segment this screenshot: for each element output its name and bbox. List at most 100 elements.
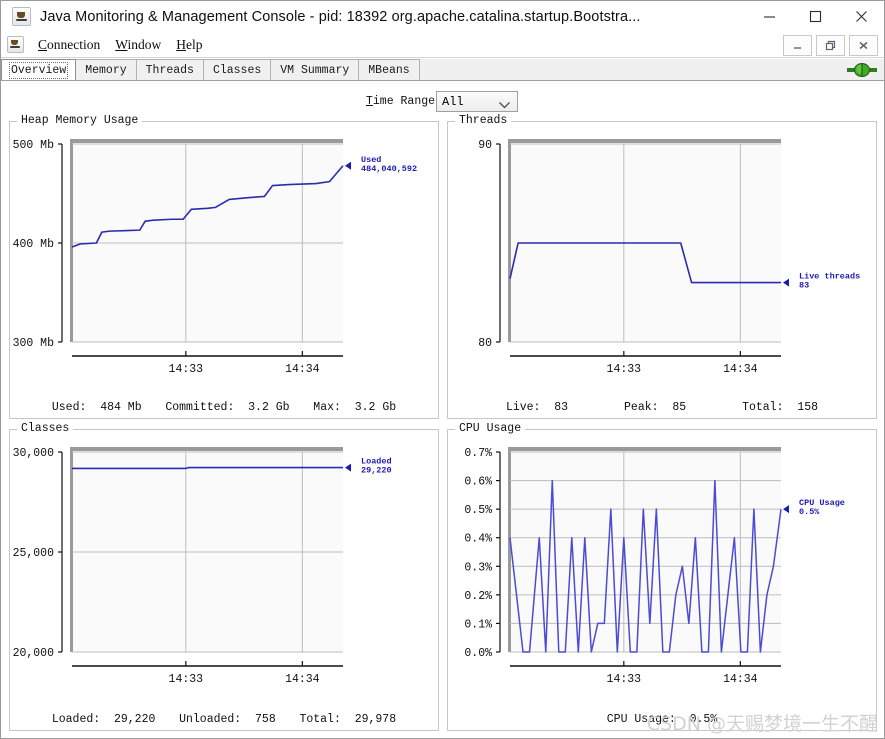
svg-text:0.3%: 0.3% [464,561,492,574]
tab-vm-summary[interactable]: VM Summary [270,59,360,80]
svg-text:25,000: 25,000 [13,547,55,560]
cpu-usage-label: CPU Usage: [606,713,676,726]
menu-bar: Connection Window Help [1,32,884,58]
classes-unloaded-value: 758 [255,713,276,726]
time-range-label: Time Range: [366,95,442,108]
svg-text:0.1%: 0.1% [464,618,492,631]
chart-heap-memory-usage[interactable]: 300 Mb 400 Mb 500 Mb 14:33 14:34 Used 484,040,… [10,122,438,418]
svg-text:14:34: 14:34 [285,363,320,376]
svg-text:14:33: 14:33 [607,363,642,376]
jconsole-window: Java Monitoring & Management Console - p… [0,0,885,739]
java-cup-icon [12,7,31,26]
chevron-down-icon [499,98,510,112]
panel-cpu-usage: CPU Usage 0.0% 0.1% 0.2% 0.3% 0.4% 0.5% 0.6% 0.… [447,422,877,731]
threads-live-label: Live: [505,401,541,414]
svg-text:400 Mb: 400 Mb [13,238,55,251]
cpu-usage-value: 0.5% [689,713,718,726]
close-button[interactable] [838,1,884,32]
tab-threads[interactable]: Threads [135,59,204,80]
iframe-close-button[interactable] [849,35,878,56]
charts-grid: Heap Memory Usage 300 Mb 400 Mb 500 Mb 14:3… [9,114,877,731]
tab-threads-label: Threads [145,64,194,77]
threads-total-value: 158 [797,401,819,414]
threads-live-value: 83 [554,401,569,414]
svg-text:14:34: 14:34 [723,673,758,686]
heap-max-label: Max: [313,401,341,414]
tab-vm-summary-label: VM Summary [280,64,350,77]
threads-total-label: Total: [742,401,784,414]
heap-footer: Used: 484 Mb Committed: 3.2 Gb Max: 3.2 … [10,401,438,414]
svg-text:30,000: 30,000 [13,447,55,460]
classes-footer: Loaded: 29,220 Unloaded: 758 Total: 29,9… [10,713,438,726]
svg-text:0.0%: 0.0% [464,647,492,660]
svg-text:300 Mb: 300 Mb [13,337,55,350]
time-range-row: Time Range: All [1,89,884,117]
chart-threads[interactable]: 80 90 14:33 14:34 Live threads 83 [448,122,876,418]
threads-peak-value: 85 [672,401,687,414]
svg-text:0.7%: 0.7% [464,447,492,460]
tab-overview[interactable]: Overview [1,59,77,80]
green-connected-icon [847,63,877,77]
tab-mbeans-label: MBeans [368,64,410,77]
menu-help[interactable]: Help [169,35,210,55]
heap-used-label: Used: [51,401,87,414]
tab-classes-label: Classes [212,64,262,77]
heap-committed-value: 3.2 Gb [248,401,290,414]
internal-frame-controls [783,35,878,56]
overview-panel: Time Range: All Heap Memory Usage 300 Mb… [1,81,884,738]
classes-total-label: Total: [299,713,341,726]
svg-text:14:33: 14:33 [607,673,642,686]
svg-text:14:34: 14:34 [723,363,758,376]
svg-text:83: 83 [799,281,809,291]
svg-text:14:33: 14:33 [169,673,204,686]
tab-overview-label: Overview [8,62,69,79]
chart-classes[interactable]: 20,000 25,000 30,000 14:33 14:34 Loaded 29,220 [10,430,438,730]
classes-unloaded-label: Unloaded: [179,713,242,726]
svg-text:80: 80 [478,337,492,350]
tab-memory[interactable]: Memory [75,59,137,80]
heap-max-value: 3.2 Gb [354,401,397,414]
menu-window-label: indow [127,36,162,52]
svg-text:484,040,592: 484,040,592 [361,164,417,174]
classes-loaded-label: Loaded: [51,713,101,726]
svg-text:90: 90 [478,139,492,152]
tab-memory-label: Memory [85,64,127,77]
menu-window[interactable]: Window [108,35,169,55]
svg-text:0.2%: 0.2% [464,590,492,603]
window-controls [746,1,884,32]
svg-text:0.5%: 0.5% [799,507,820,517]
threads-peak-label: Peak: [624,401,659,414]
classes-total-value: 29,978 [354,713,397,726]
chart-cpu-usage[interactable]: 0.0% 0.1% 0.2% 0.3% 0.4% 0.5% 0.6% 0.7% 14:33 14:… [448,430,876,730]
svg-text:0.6%: 0.6% [464,476,492,489]
time-range-select[interactable]: All [436,91,518,112]
svg-text:20,000: 20,000 [13,647,55,660]
time-range-value: All [442,94,464,109]
panel-threads: Threads 80 90 14:33 14:34 Live threads 83 Liv… [447,114,877,419]
menu-connection-label: onnection [47,36,101,52]
cpu-footer: CPU Usage: 0.5% [448,713,876,726]
panel-heap-memory-usage: Heap Memory Usage 300 Mb 400 Mb 500 Mb 14:3… [9,114,439,419]
panel-classes: Classes 20,000 25,000 30,000 14:33 14:34 Load… [9,422,439,731]
maximize-button[interactable] [792,1,838,32]
java-cup-icon [7,36,24,53]
svg-text:14:33: 14:33 [169,363,204,376]
svg-text:0.5%: 0.5% [464,504,492,517]
heap-committed-label: Committed: [165,401,235,414]
iframe-minimize-button[interactable] [783,35,812,56]
minimize-button[interactable] [746,1,792,32]
svg-text:500 Mb: 500 Mb [13,139,55,152]
svg-text:0.4%: 0.4% [464,533,492,546]
tab-bar: Overview Memory Threads Classes VM Summa… [1,59,884,81]
title-bar: Java Monitoring & Management Console - p… [1,1,884,32]
threads-footer: Live: 83 Peak: 85 Total: 158 [448,401,876,414]
window-title: Java Monitoring & Management Console - p… [40,8,641,25]
svg-text:29,220: 29,220 [361,466,392,476]
svg-text:14:34: 14:34 [285,673,320,686]
heap-used-value: 484 Mb [100,401,142,414]
classes-loaded-value: 29,220 [113,713,156,726]
tab-mbeans[interactable]: MBeans [358,59,420,80]
iframe-restore-button[interactable] [816,35,845,56]
menu-connection[interactable]: Connection [31,35,108,55]
tab-classes[interactable]: Classes [202,59,272,80]
